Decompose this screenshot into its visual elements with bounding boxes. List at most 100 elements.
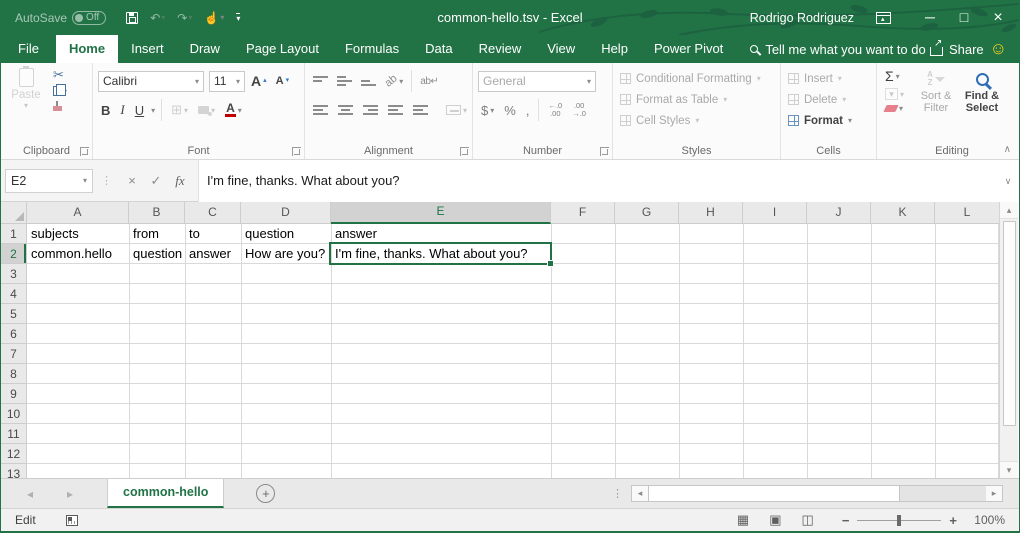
page-layout-view-icon[interactable]: ▣ <box>769 512 781 528</box>
tab-bar-resize-handle[interactable]: ⋮ <box>612 487 623 500</box>
cell-b1[interactable]: from <box>129 224 185 244</box>
bold-button[interactable]: B <box>98 102 113 119</box>
decrease-indent-button[interactable] <box>385 104 406 116</box>
font-dialog-launcher-icon[interactable] <box>292 147 301 156</box>
row-header-11[interactable]: 11 <box>1 424 26 444</box>
zoom-slider[interactable] <box>857 520 941 521</box>
copy-button[interactable]: ▾ <box>50 85 70 97</box>
delete-cells-button[interactable]: Delete ▾ <box>786 89 871 110</box>
name-box[interactable]: E2 ▾ <box>5 169 93 193</box>
cell-e1[interactable]: answer <box>331 224 551 244</box>
touch-mouse-mode-button[interactable]: ☝▾ <box>200 9 228 27</box>
cell-a1[interactable]: subjects <box>27 224 129 244</box>
cancel-entry-button[interactable]: × <box>120 173 144 188</box>
column-header-i[interactable]: I <box>743 202 807 224</box>
align-middle-button[interactable] <box>334 75 355 87</box>
autosum-button[interactable]: Σ▾ <box>882 68 907 85</box>
save-button[interactable] <box>122 10 142 26</box>
font-name-select[interactable]: Calibri▾ <box>98 71 204 92</box>
scroll-left-icon[interactable]: ◂ <box>632 486 648 501</box>
insert-function-button[interactable]: fx <box>168 173 192 189</box>
horizontal-scroll-thumb[interactable] <box>648 486 900 501</box>
user-name[interactable]: Rodrigo Rodriguez <box>750 11 854 25</box>
orientation-button[interactable]: ab▾ <box>382 74 406 88</box>
sheet-tab-common-hello[interactable]: common-hello <box>107 479 224 508</box>
find-select-button[interactable]: Find & Select <box>959 68 1005 114</box>
fill-button[interactable]: ▾▾ <box>882 87 907 101</box>
increase-indent-button[interactable] <box>410 104 431 116</box>
row-header-4[interactable]: 4 <box>1 284 26 304</box>
new-sheet-button[interactable]: + <box>256 484 275 503</box>
tab-insert[interactable]: Insert <box>118 35 177 63</box>
cut-button[interactable]: ✂ <box>50 68 70 82</box>
paste-button[interactable]: Paste ▾ <box>6 68 46 112</box>
shrink-font-button[interactable]: A▾ <box>273 75 292 87</box>
zoom-slider-handle[interactable] <box>897 515 901 526</box>
align-top-button[interactable] <box>310 75 331 87</box>
enter-entry-button[interactable]: ✓ <box>144 173 168 189</box>
row-header-8[interactable]: 8 <box>1 364 26 384</box>
scroll-right-icon[interactable]: ▸ <box>986 486 1002 501</box>
align-bottom-button[interactable] <box>358 75 379 87</box>
wrap-text-button[interactable]: ab↵ <box>417 75 441 88</box>
zoom-out-icon[interactable]: − <box>842 513 850 528</box>
horizontal-scrollbar[interactable]: ◂ ▸ <box>631 485 1003 502</box>
tab-review[interactable]: Review <box>466 35 535 63</box>
column-header-c[interactable]: C <box>185 202 241 224</box>
row-header-9[interactable]: 9 <box>1 384 26 404</box>
cell-d1[interactable]: question <box>241 224 331 244</box>
tab-data[interactable]: Data <box>412 35 465 63</box>
align-right-button[interactable] <box>360 104 381 116</box>
column-header-b[interactable]: B <box>129 202 185 224</box>
row-header-3[interactable]: 3 <box>1 264 26 284</box>
font-color-button[interactable]: A▾ <box>222 102 245 118</box>
select-all-corner[interactable] <box>1 202 27 224</box>
row-header-5[interactable]: 5 <box>1 304 26 324</box>
format-cells-button[interactable]: Format ▾ <box>786 110 871 131</box>
share-button[interactable]: Share <box>930 35 984 63</box>
accounting-format-button[interactable]: $▾ <box>478 102 497 119</box>
row-header-13[interactable]: 13 <box>1 464 26 478</box>
tab-draw[interactable]: Draw <box>177 35 233 63</box>
column-header-e-selected[interactable]: E <box>331 202 551 224</box>
comma-style-button[interactable]: , <box>523 102 533 119</box>
column-header-a[interactable]: A <box>27 202 129 224</box>
fill-color-button[interactable]: ▾ <box>195 105 218 116</box>
merge-center-button[interactable]: ▾ <box>443 104 470 116</box>
insert-cells-button[interactable]: Insert ▾ <box>786 68 871 89</box>
tab-help[interactable]: Help <box>588 35 641 63</box>
grow-font-button[interactable]: A▴ <box>248 74 270 88</box>
tab-page-layout[interactable]: Page Layout <box>233 35 332 63</box>
formula-input[interactable]: I'm fine, thanks. What about you? <box>198 160 997 202</box>
cell-c2[interactable]: answer <box>185 244 241 264</box>
normal-view-icon[interactable]: ▦ <box>737 512 749 528</box>
customize-qat-button[interactable]: ▾ <box>232 11 244 24</box>
autosave-toggle[interactable]: AutoSave Off <box>15 11 106 25</box>
decrease-decimal-button[interactable]: .00 →.0 <box>569 101 589 119</box>
row-header-12[interactable]: 12 <box>1 444 26 464</box>
sort-filter-button[interactable]: A Z Sort & Filter <box>913 68 959 114</box>
underline-button[interactable]: U <box>132 102 147 119</box>
sheet-nav-left-icon[interactable]: ◂ <box>19 487 41 501</box>
feedback-smiley-icon[interactable]: ☺ <box>990 35 1007 63</box>
cell-c1[interactable]: to <box>185 224 241 244</box>
cell-styles-button[interactable]: Cell Styles ▾ <box>618 110 775 131</box>
column-header-g[interactable]: G <box>615 202 679 224</box>
scroll-up-icon[interactable]: ▴ <box>1000 202 1018 219</box>
sheet-nav-right-icon[interactable]: ▸ <box>59 487 81 501</box>
ribbon-display-options-icon[interactable] <box>876 12 891 24</box>
scroll-down-icon[interactable]: ▾ <box>1000 461 1018 478</box>
close-button[interactable]: × <box>981 0 1015 35</box>
clipboard-dialog-launcher-icon[interactable] <box>80 147 89 156</box>
conditional-formatting-button[interactable]: Conditional Formatting ▾ <box>618 68 775 89</box>
percent-style-button[interactable]: % <box>501 102 519 119</box>
column-header-d[interactable]: D <box>241 202 331 224</box>
zoom-level[interactable]: 100% <box>957 513 1005 527</box>
row-header-2-selected[interactable]: 2 <box>1 244 26 264</box>
italic-button[interactable]: I <box>117 101 127 119</box>
grid-body[interactable]: 1 2 3 4 5 6 7 8 9 10 11 12 13 subjects f… <box>1 224 999 478</box>
tab-view[interactable]: View <box>534 35 588 63</box>
undo-button[interactable]: ↶▾ <box>146 9 169 27</box>
column-header-h[interactable]: H <box>679 202 743 224</box>
page-break-view-icon[interactable]: ◫ <box>802 512 814 528</box>
